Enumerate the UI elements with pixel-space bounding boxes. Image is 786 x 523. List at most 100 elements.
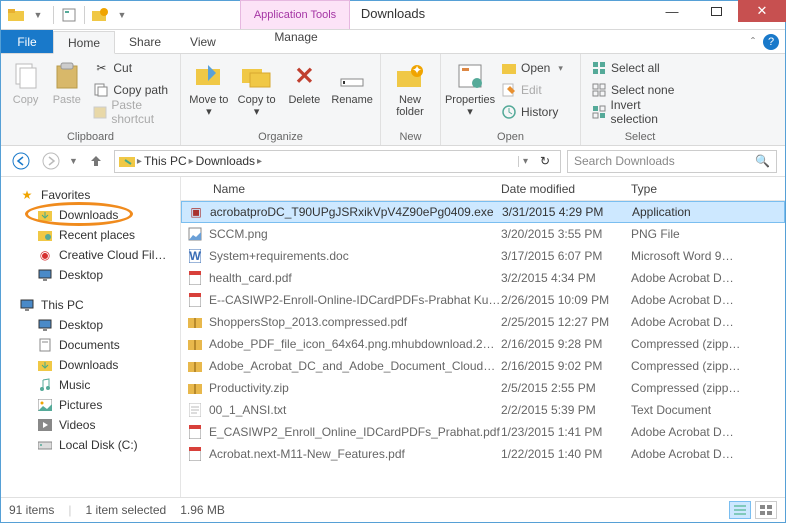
file-date: 1/23/2015 1:41 PM	[501, 425, 631, 439]
icons-view-button[interactable]	[755, 501, 777, 519]
column-headers[interactable]: Name Date modified Type	[181, 177, 785, 201]
file-row[interactable]: ▣acrobatproDC_T90UPgJSRxikVpV4Z90ePg0409…	[181, 201, 785, 223]
sidebar-item[interactable]: Music	[1, 375, 180, 395]
paste-shortcut-button[interactable]: Paste shortcut	[89, 102, 174, 122]
file-row[interactable]: E_CASIWP2_Enroll_Online_IDCardPDFs_Prabh…	[181, 421, 785, 443]
recent-locations-dropdown[interactable]: ▼	[69, 156, 78, 166]
file-row[interactable]: Acrobat.next-M11-New_Features.pdf1/22/20…	[181, 443, 785, 465]
sidebar-item[interactable]: Pictures	[1, 395, 180, 415]
nav-forward-button[interactable]	[39, 149, 63, 173]
history-button[interactable]: History	[497, 102, 567, 122]
new-folder-qat-icon[interactable]	[91, 6, 109, 24]
sidebar-item-recent[interactable]: Recent places	[1, 225, 180, 245]
chevron-down-icon[interactable]: ▼	[29, 6, 47, 24]
select-none-icon	[591, 82, 607, 98]
nav-up-button[interactable]	[84, 149, 108, 173]
star-icon: ★	[19, 187, 35, 203]
file-name: E_CASIWP2_Enroll_Online_IDCardPDFs_Prabh…	[209, 425, 501, 439]
sidebar-item-downloads[interactable]: Downloads	[1, 205, 180, 225]
file-date: 1/22/2015 1:40 PM	[501, 447, 631, 461]
file-type: Adobe Acrobat D…	[631, 293, 785, 307]
minimize-button[interactable]: —	[650, 0, 694, 22]
file-name: System+requirements.doc	[209, 249, 501, 263]
file-row[interactable]: 00_1_ANSI.txt2/2/2015 5:39 PMText Docume…	[181, 399, 785, 421]
sidebar-item-desktop[interactable]: Desktop	[1, 265, 180, 285]
select-none-button[interactable]: Select none	[587, 80, 693, 100]
sidebar-this-pc[interactable]: This PC	[1, 295, 180, 315]
sidebar-item[interactable]: Videos	[1, 415, 180, 435]
select-all-button[interactable]: Select all	[587, 58, 693, 78]
delete-button[interactable]: ✕Delete	[283, 56, 327, 122]
file-row[interactable]: E--CASIWP2-Enroll-Online-IDCardPDFs-Prab…	[181, 289, 785, 311]
svg-text:W: W	[189, 249, 201, 263]
open-button[interactable]: Open▾	[497, 58, 567, 78]
pc-icon	[19, 297, 35, 313]
collapse-ribbon-icon[interactable]: ˆ	[751, 35, 755, 49]
search-icon[interactable]: 🔍	[755, 154, 770, 168]
sidebar-item-creative-cloud[interactable]: ◉Creative Cloud Fil…	[1, 245, 180, 265]
column-name[interactable]: Name	[181, 182, 501, 196]
cut-icon: ✂	[93, 60, 109, 76]
folder-icon[interactable]	[7, 6, 25, 24]
navigation-pane[interactable]: ★Favorites Downloads Recent places ◉Crea…	[1, 177, 181, 497]
close-button[interactable]: ✕	[738, 0, 786, 22]
sidebar-item[interactable]: Desktop	[1, 315, 180, 335]
properties-qat-icon[interactable]	[60, 6, 78, 24]
svg-text:✦: ✦	[412, 63, 422, 77]
crumb-downloads[interactable]: Downloads	[196, 154, 255, 168]
sidebar-item[interactable]: Documents	[1, 335, 180, 355]
file-row[interactable]: health_card.pdf3/2/2015 4:34 PMAdobe Acr…	[181, 267, 785, 289]
help-button[interactable]: ?	[763, 34, 779, 50]
properties-button[interactable]: Properties ▾	[447, 56, 493, 122]
new-folder-button[interactable]: ✦New folder	[387, 56, 433, 122]
file-date: 2/25/2015 12:27 PM	[501, 315, 631, 329]
file-row[interactable]: Productivity.zip2/5/2015 2:55 PMCompress…	[181, 377, 785, 399]
tab-file[interactable]: File	[1, 30, 53, 53]
refresh-button[interactable]: ↻	[534, 154, 556, 168]
chevron-down-icon[interactable]: ▼	[113, 6, 131, 24]
sidebar-item[interactable]: Local Disk (C:)	[1, 435, 180, 455]
edit-button[interactable]: Edit	[497, 80, 567, 100]
breadcrumb[interactable]: ▸ This PC ▸ Downloads ▸ ▾ ↻	[114, 150, 561, 173]
tab-home[interactable]: Home	[53, 31, 115, 54]
tab-manage[interactable]: Manage	[241, 30, 351, 44]
file-row[interactable]: ShoppersStop_2013.compressed.pdf2/25/201…	[181, 311, 785, 333]
paste-button[interactable]: Paste	[48, 56, 85, 122]
tab-view[interactable]: View	[176, 30, 231, 53]
column-date[interactable]: Date modified	[501, 182, 631, 196]
folder-icon	[37, 317, 53, 333]
file-date: 2/2/2015 5:39 PM	[501, 403, 631, 417]
move-to-button[interactable]: Move to ▾	[187, 56, 231, 122]
folder-icon	[37, 417, 53, 433]
file-date: 2/26/2015 10:09 PM	[501, 293, 631, 307]
sidebar-favorites[interactable]: ★Favorites	[1, 185, 180, 205]
file-name: health_card.pdf	[209, 271, 501, 285]
invert-selection-button[interactable]: Invert selection	[587, 102, 693, 122]
file-row[interactable]: Adobe_PDF_file_icon_64x64.png.mhubdownlo…	[181, 333, 785, 355]
rename-button[interactable]: Rename	[330, 56, 374, 122]
folder-icon	[119, 154, 135, 168]
details-view-button[interactable]	[729, 501, 751, 519]
file-list[interactable]: ▣acrobatproDC_T90UPgJSRxikVpV4Z90ePg0409…	[181, 201, 785, 496]
nav-back-button[interactable]	[9, 149, 33, 173]
crumb-this-pc[interactable]: This PC	[144, 154, 187, 168]
cut-button[interactable]: ✂Cut	[89, 58, 174, 78]
recent-icon	[37, 227, 53, 243]
search-box[interactable]: 🔍	[567, 150, 777, 173]
search-input[interactable]	[574, 154, 744, 168]
file-row[interactable]: WSystem+requirements.doc3/17/2015 6:07 P…	[181, 245, 785, 267]
file-type: Application	[632, 205, 784, 219]
copy-path-button[interactable]: Copy path	[89, 80, 174, 100]
address-dropdown[interactable]: ▾	[518, 156, 532, 167]
copy-button[interactable]: Copy	[7, 56, 44, 122]
column-type[interactable]: Type	[631, 182, 785, 196]
paste-shortcut-icon	[93, 104, 107, 120]
file-row[interactable]: SCCM.png3/20/2015 3:55 PMPNG File	[181, 223, 785, 245]
exe-icon: ▣	[182, 205, 210, 219]
file-row[interactable]: Adobe_Acrobat_DC_and_Adobe_Document_Clou…	[181, 355, 785, 377]
maximize-button[interactable]	[694, 0, 738, 22]
sidebar-item[interactable]: Downloads	[1, 355, 180, 375]
copy-to-button[interactable]: Copy to ▾	[235, 56, 279, 122]
tab-share[interactable]: Share	[115, 30, 176, 53]
file-type: PNG File	[631, 227, 785, 241]
